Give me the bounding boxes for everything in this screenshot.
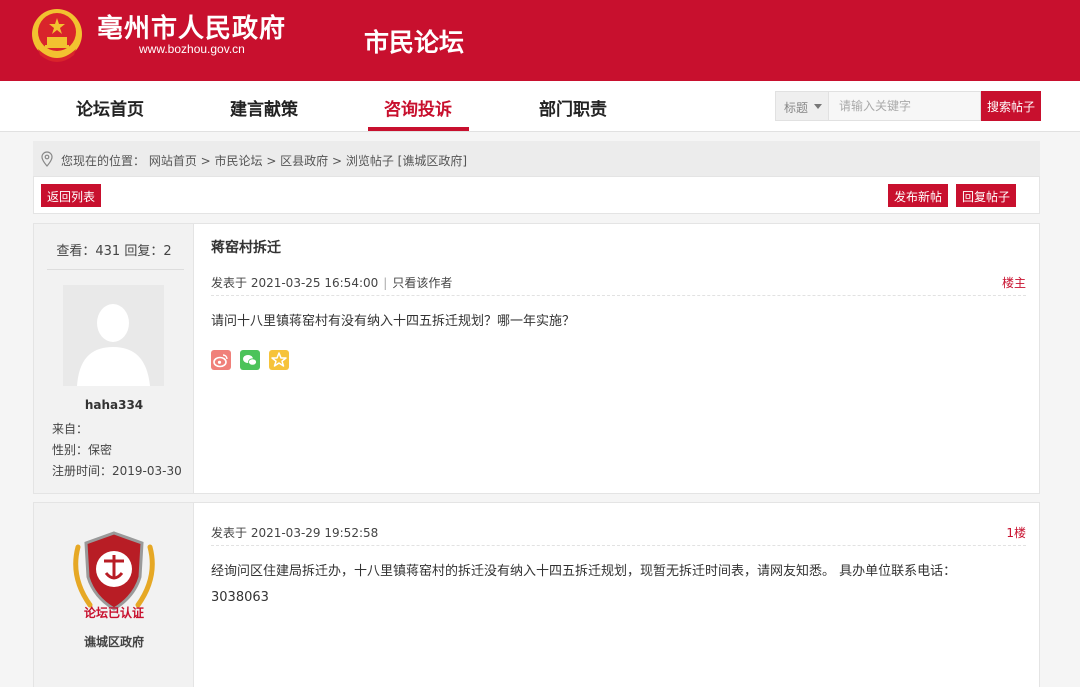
search-type-select[interactable]: 标题: [775, 91, 829, 121]
new-post-button[interactable]: 发布新帖: [888, 184, 949, 207]
main-nav: 论坛首页 建言献策 咨询投诉 部门职责 标题 搜索帖子: [0, 81, 1080, 132]
site-url[interactable]: www.bozhou.gov.cn: [139, 42, 245, 56]
divider: [47, 269, 184, 270]
divider: [211, 295, 1026, 296]
avatar[interactable]: [63, 285, 164, 386]
search-input[interactable]: [829, 91, 981, 121]
nav-forum-home[interactable]: 论坛首页: [76, 95, 144, 120]
nav-suggestions[interactable]: 建言献策: [230, 95, 298, 120]
verified-label: 论坛已认证: [83, 606, 144, 620]
author-gender: 性别：保密: [52, 443, 113, 457]
chevron-down-icon: [814, 104, 822, 109]
post-reply-1: 论坛已认证 谯城区政府 发表于 2021-03-29 19:52:58 1楼 经…: [33, 502, 1040, 687]
search-button[interactable]: 搜索帖子: [981, 91, 1041, 121]
only-author-link[interactable]: 只看该作者: [392, 276, 452, 290]
post-main-topic: 查看：431 回复：2 haha334 来自： 性别：保密 注册时间：2019-…: [33, 223, 1040, 494]
divider: [211, 545, 1026, 546]
reply-post-button[interactable]: 回复帖子: [956, 184, 1017, 207]
forum-name: 市民论坛: [364, 28, 465, 57]
wechat-icon[interactable]: [240, 350, 260, 370]
post-meta: 发表于 2021-03-25 16:54:00 | 只看该作者: [211, 274, 452, 291]
back-to-list-button[interactable]: 返回列表: [41, 184, 102, 207]
post-title: 蒋窑村拆迁: [211, 240, 281, 256]
active-tab-indicator: [368, 127, 469, 131]
author-panel: 查看：431 回复：2 haha334 来自： 性别：保密 注册时间：2019-…: [34, 224, 194, 493]
nav-dept-duties[interactable]: 部门职责: [539, 95, 607, 120]
author-register-date: 注册时间：2019-03-30: [52, 464, 182, 478]
post-content: 发表于 2021-03-29 19:52:58 1楼 经询问区住建局拆迁办，十八…: [195, 503, 1039, 687]
author-panel: 论坛已认证 谯城区政府: [34, 503, 194, 687]
post-body: 请问十八里镇蒋窑村有没有纳入十四五拆迁规划？哪一年实施？: [211, 314, 576, 329]
nav-consult-complaint[interactable]: 咨询投诉: [384, 95, 452, 120]
meta-separator: |: [383, 276, 388, 290]
location-pin-icon: [41, 151, 53, 167]
floor-label: 1楼: [1006, 526, 1026, 540]
breadcrumb: 您现在的位置： 网站首页 > 市民论坛 > 区县政府 > 浏览帖子 [谯城区政府…: [33, 141, 1040, 176]
site-title: 亳州市人民政府: [97, 14, 287, 44]
username[interactable]: haha334: [34, 398, 194, 412]
action-bar: 返回列表 发布新帖 回复帖子: [33, 176, 1040, 214]
author-from: 来自：: [52, 422, 89, 436]
post-date: 发表于 2021-03-25 16:54:00: [211, 276, 379, 290]
floor-label: 楼主: [1001, 276, 1026, 290]
post-date: 发表于 2021-03-29 19:52:58: [211, 526, 379, 540]
breadcrumb-text: 您现在的位置： 网站首页 > 市民论坛 > 区县政府 > 浏览帖子 [谯城区政府…: [61, 154, 468, 168]
view-reply-stats: 查看：431 回复：2: [56, 244, 172, 259]
post-body-line-2: 3038063: [211, 590, 269, 605]
national-emblem-icon: [32, 9, 82, 62]
default-user-icon: [63, 285, 164, 386]
weibo-icon[interactable]: [211, 350, 231, 370]
post-body-line-1: 经询问区住建局拆迁办，十八里镇蒋窑村的拆迁没有纳入十四五拆迁规划，现暂无拆迁时间…: [211, 564, 957, 579]
site-header: 亳州市人民政府 www.bozhou.gov.cn 市民论坛: [0, 0, 1080, 81]
post-content: 蒋窑村拆迁 发表于 2021-03-25 16:54:00 | 只看该作者 楼主 请…: [195, 224, 1039, 493]
search-box: 标题 搜索帖子: [775, 91, 1041, 121]
search-type-value: 标题: [784, 101, 809, 115]
username[interactable]: 谯城区政府: [34, 633, 194, 650]
favorite-icon[interactable]: [269, 350, 289, 370]
